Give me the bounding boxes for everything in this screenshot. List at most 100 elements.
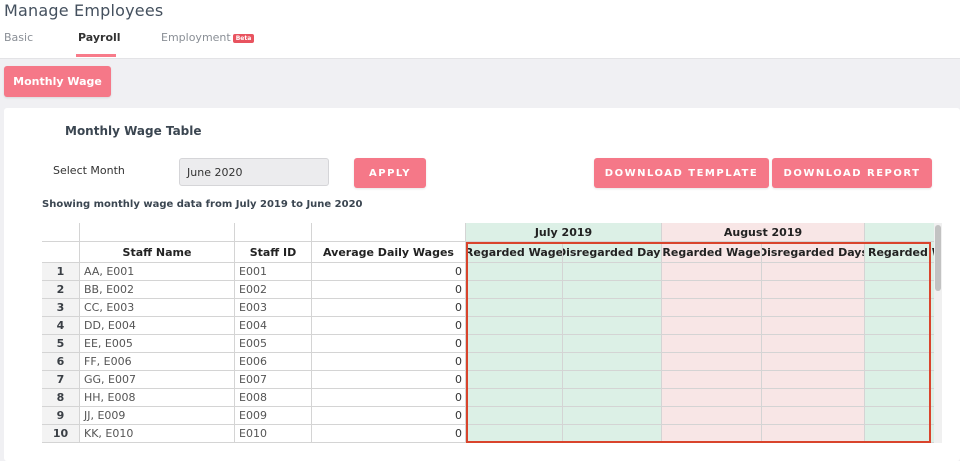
download-template-button[interactable]: DOWNLOAD TEMPLATE	[594, 158, 769, 188]
top-bar: Manage Employees Basic Payroll Employmen…	[0, 0, 960, 59]
wage-input-cell[interactable]	[466, 371, 563, 389]
staff-name-cell[interactable]: GG, E007	[80, 371, 235, 389]
column-header[interactable]: Regarded Wage	[662, 242, 762, 263]
staff-name-cell[interactable]: KK, E010	[80, 425, 235, 443]
wage-input-cell[interactable]	[466, 389, 563, 407]
month-select-input[interactable]: June 2020	[179, 158, 329, 186]
wage-input-cell[interactable]	[662, 425, 762, 443]
wage-input-cell[interactable]	[662, 299, 762, 317]
tab-basic[interactable]: Basic	[4, 31, 33, 44]
tab-payroll[interactable]: Payroll	[78, 31, 121, 44]
wage-input-cell[interactable]	[563, 371, 662, 389]
wage-input-cell[interactable]	[662, 335, 762, 353]
column-header[interactable]: Disregarded Days	[762, 242, 865, 263]
avg-daily-wage-cell[interactable]: 0	[312, 425, 466, 443]
wage-input-cell[interactable]	[762, 317, 865, 335]
staff-name-cell[interactable]: BB, E002	[80, 281, 235, 299]
wage-input-cell[interactable]	[563, 353, 662, 371]
avg-daily-wage-cell[interactable]: 0	[312, 263, 466, 281]
staff-name-cell[interactable]: CC, E003	[80, 299, 235, 317]
avg-daily-wage-cell[interactable]: 0	[312, 371, 466, 389]
wage-input-cell[interactable]	[662, 389, 762, 407]
column-header[interactable]: Regarded W	[865, 242, 934, 263]
wage-input-cell[interactable]	[762, 389, 865, 407]
wage-input-cell[interactable]	[662, 317, 762, 335]
row-number-header	[42, 242, 80, 263]
staff-id-cell[interactable]: E001	[235, 263, 312, 281]
avg-daily-wage-cell[interactable]: 0	[312, 407, 466, 425]
wage-input-cell[interactable]	[662, 263, 762, 281]
staff-id-cell[interactable]: E008	[235, 389, 312, 407]
wage-input-cell[interactable]	[563, 299, 662, 317]
wage-input-cell[interactable]	[563, 317, 662, 335]
wage-input-cell[interactable]	[563, 335, 662, 353]
staff-id-cell[interactable]: E010	[235, 425, 312, 443]
staff-id-cell[interactable]: E009	[235, 407, 312, 425]
download-report-button[interactable]: DOWNLOAD REPORT	[772, 158, 932, 188]
avg-daily-wage-cell[interactable]: 0	[312, 389, 466, 407]
wage-input-cell[interactable]	[466, 299, 563, 317]
wage-input-cell[interactable]	[563, 407, 662, 425]
wage-input-cell[interactable]	[865, 317, 934, 335]
row-number: 2	[42, 281, 80, 299]
staff-name-cell[interactable]: DD, E004	[80, 317, 235, 335]
staff-name-cell[interactable]: JJ, E009	[80, 407, 235, 425]
wage-input-cell[interactable]	[662, 281, 762, 299]
column-header[interactable]: Staff Name	[80, 242, 235, 263]
apply-button[interactable]: APPLY	[354, 158, 426, 188]
wage-input-cell[interactable]	[865, 335, 934, 353]
monthly-wage-button[interactable]: Monthly Wage	[4, 66, 111, 97]
staff-name-cell[interactable]: EE, E005	[80, 335, 235, 353]
tab-employment[interactable]: Employment Beta	[161, 31, 255, 44]
wage-input-cell[interactable]	[466, 353, 563, 371]
wage-input-cell[interactable]	[762, 299, 865, 317]
wage-input-cell[interactable]	[762, 371, 865, 389]
wage-input-cell[interactable]	[865, 299, 934, 317]
column-header[interactable]: Staff ID	[235, 242, 312, 263]
column-header[interactable]: Average Daily Wages	[312, 242, 466, 263]
wage-input-cell[interactable]	[865, 407, 934, 425]
staff-id-cell[interactable]: E006	[235, 353, 312, 371]
wage-input-cell[interactable]	[466, 335, 563, 353]
wage-input-cell[interactable]	[563, 389, 662, 407]
wage-input-cell[interactable]	[466, 317, 563, 335]
wage-input-cell[interactable]	[466, 263, 563, 281]
wage-input-cell[interactable]	[563, 281, 662, 299]
staff-name-cell[interactable]: FF, E006	[80, 353, 235, 371]
column-header[interactable]: Regarded Wage	[466, 242, 563, 263]
wage-input-cell[interactable]	[466, 407, 563, 425]
wage-input-cell[interactable]	[865, 389, 934, 407]
avg-daily-wage-cell[interactable]: 0	[312, 299, 466, 317]
avg-daily-wage-cell[interactable]: 0	[312, 317, 466, 335]
staff-id-cell[interactable]: E003	[235, 299, 312, 317]
wage-input-cell[interactable]	[865, 353, 934, 371]
wage-input-cell[interactable]	[865, 425, 934, 443]
staff-id-cell[interactable]: E002	[235, 281, 312, 299]
wage-input-cell[interactable]	[762, 425, 865, 443]
wage-input-cell[interactable]	[865, 263, 934, 281]
wage-input-cell[interactable]	[563, 425, 662, 443]
staff-name-cell[interactable]: HH, E008	[80, 389, 235, 407]
staff-id-cell[interactable]: E007	[235, 371, 312, 389]
column-header[interactable]: Disregarded Days	[563, 242, 662, 263]
scrollbar-thumb[interactable]	[935, 225, 941, 291]
wage-input-cell[interactable]	[662, 353, 762, 371]
wage-input-cell[interactable]	[466, 281, 563, 299]
staff-name-cell[interactable]: AA, E001	[80, 263, 235, 281]
wage-input-cell[interactable]	[762, 335, 865, 353]
wage-input-cell[interactable]	[762, 353, 865, 371]
wage-input-cell[interactable]	[662, 371, 762, 389]
avg-daily-wage-cell[interactable]: 0	[312, 353, 466, 371]
avg-daily-wage-cell[interactable]: 0	[312, 335, 466, 353]
wage-input-cell[interactable]	[762, 281, 865, 299]
wage-input-cell[interactable]	[563, 263, 662, 281]
staff-id-cell[interactable]: E004	[235, 317, 312, 335]
wage-input-cell[interactable]	[865, 281, 934, 299]
wage-input-cell[interactable]	[865, 371, 934, 389]
avg-daily-wage-cell[interactable]: 0	[312, 281, 466, 299]
wage-input-cell[interactable]	[466, 425, 563, 443]
wage-input-cell[interactable]	[762, 263, 865, 281]
wage-input-cell[interactable]	[662, 407, 762, 425]
wage-input-cell[interactable]	[762, 407, 865, 425]
staff-id-cell[interactable]: E005	[235, 335, 312, 353]
